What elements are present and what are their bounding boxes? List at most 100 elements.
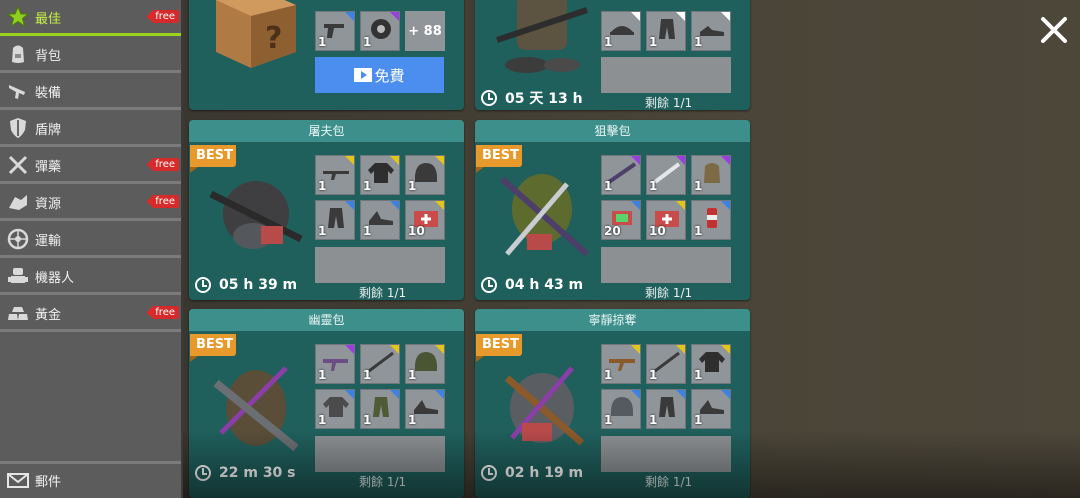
item-slot[interactable]: 1 xyxy=(601,11,641,51)
timer-text: 04 h 43 m xyxy=(505,277,584,293)
item-slot[interactable]: 1 xyxy=(646,344,686,384)
rarity-marker xyxy=(345,345,354,354)
pack-card-top-left[interactable]: ? 1 1 + 88 xyxy=(189,0,464,110)
item-slot[interactable]: 1 xyxy=(691,200,731,240)
pack-card-ghost[interactable]: 幽靈包 BEST 1 1 1 1 1 1 22 m 30 s 剩餘 1/1 xyxy=(189,309,464,498)
rarity-marker xyxy=(721,390,730,399)
item-slot[interactable]: 10 xyxy=(405,200,445,240)
sidebar-item-best[interactable]: 最佳 free xyxy=(0,1,181,36)
star-icon xyxy=(7,6,29,28)
item-qty: 1 xyxy=(604,35,613,49)
item-slot[interactable]: 1 xyxy=(315,200,355,240)
remaining-count: 剩餘 1/1 xyxy=(359,475,407,489)
item-qty: 1 xyxy=(318,179,327,193)
sidebar-item-gold[interactable]: 黃金 free xyxy=(0,297,181,332)
free-watch-video-button[interactable]: 免費 xyxy=(315,57,444,93)
gun-icon xyxy=(7,80,29,102)
pack-card-silent-loot[interactable]: 寧靜掠奪 BEST 1 1 1 1 1 1 02 h 19 m 剩餘 1/1 xyxy=(475,309,750,498)
pack-card-top-right[interactable]: 1 1 1 05 天 13 h 剩餘 1/1 xyxy=(475,0,750,110)
free-button-label: 免費 xyxy=(374,66,405,85)
item-slot[interactable]: 1 xyxy=(405,389,445,429)
item-slot[interactable]: 1 xyxy=(646,11,686,51)
item-qty: 1 xyxy=(408,368,417,382)
item-slot[interactable]: 1 xyxy=(360,344,400,384)
item-qty: 1 xyxy=(318,224,327,238)
sidebar-item-robot[interactable]: 機器人 xyxy=(0,260,181,295)
clock-icon xyxy=(195,277,211,293)
close-icon xyxy=(1041,17,1067,43)
rarity-marker xyxy=(390,12,399,21)
item-slot[interactable]: 1 xyxy=(315,155,355,195)
item-slot[interactable]: 1 xyxy=(691,344,731,384)
pack-title: 寧靜掠奪 xyxy=(475,309,750,331)
sidebar-item-shield[interactable]: 盾牌 xyxy=(0,112,181,147)
pack-title: 狙擊包 xyxy=(475,120,750,142)
rarity-marker xyxy=(631,390,640,399)
sidebar-item-resources[interactable]: 資源 free xyxy=(0,186,181,221)
clock-icon xyxy=(481,277,497,293)
rarity-marker xyxy=(435,201,444,210)
sidebar-item-backpack[interactable]: 背包 xyxy=(0,38,181,73)
rarity-marker xyxy=(631,201,640,210)
rarity-marker xyxy=(345,156,354,165)
item-qty: 1 xyxy=(318,35,327,49)
video-icon xyxy=(354,68,373,82)
rarity-marker xyxy=(676,345,685,354)
item-slot[interactable]: 1 xyxy=(601,344,641,384)
free-badge: free xyxy=(146,306,179,319)
pack-timer: 02 h 19 m xyxy=(481,465,583,481)
sidebar: 最佳 free 背包 裝備 盾牌 彈藥 free 資源 free 運輸 機器人 … xyxy=(0,0,183,498)
empty-price-bar xyxy=(601,436,731,472)
rarity-marker xyxy=(435,345,444,354)
item-qty: 1 xyxy=(318,368,327,382)
empty-price-bar xyxy=(601,247,731,283)
item-qty: 1 xyxy=(604,179,613,193)
sidebar-item-ammo[interactable]: 彈藥 free xyxy=(0,149,181,184)
rarity-marker xyxy=(631,12,640,21)
sidebar-item-label: 運輸 xyxy=(35,233,62,249)
timer-text: 02 h 19 m xyxy=(505,465,584,481)
free-badge: free xyxy=(146,195,179,208)
free-badge: free xyxy=(146,10,179,23)
item-slot[interactable]: 1 xyxy=(601,155,641,195)
item-slot[interactable]: 1 xyxy=(405,155,445,195)
item-slot[interactable]: 1 xyxy=(691,389,731,429)
item-slot[interactable]: 1 xyxy=(691,155,731,195)
item-qty: 1 xyxy=(363,368,372,382)
item-slot[interactable]: 1 xyxy=(691,11,731,51)
pack-art xyxy=(487,0,597,80)
timer-text: 05 天 13 h xyxy=(505,91,583,107)
item-slot[interactable]: 1 xyxy=(360,11,400,51)
pack-card-butcher[interactable]: 屠夫包 BEST 1 1 1 1 1 10 05 h 39 m 剩餘 1/1 xyxy=(189,120,464,300)
sidebar-item-gear[interactable]: 裝備 xyxy=(0,75,181,110)
free-badge: free xyxy=(146,158,179,171)
pack-timer: 22 m 30 s xyxy=(195,465,296,481)
pack-timer: 05 天 13 h xyxy=(481,88,583,108)
item-slot[interactable]: 1 xyxy=(315,389,355,429)
pack-timer: 04 h 43 m xyxy=(481,277,583,293)
sidebar-item-transport[interactable]: 運輸 xyxy=(0,223,181,258)
item-slot[interactable]: 1 xyxy=(646,155,686,195)
item-slot[interactable]: 1 xyxy=(315,11,355,51)
item-slot[interactable]: 1 xyxy=(405,344,445,384)
item-slot[interactable]: 1 xyxy=(360,389,400,429)
sidebar-item-mail[interactable]: 郵件 xyxy=(0,461,181,496)
item-qty: 1 xyxy=(363,224,372,238)
item-qty: 1 xyxy=(408,413,417,427)
rarity-marker xyxy=(631,156,640,165)
item-slot[interactable]: 1 xyxy=(646,389,686,429)
item-slot[interactable]: 1 xyxy=(315,344,355,384)
pack-title: 幽靈包 xyxy=(189,309,464,331)
remaining-count: 剩餘 1/1 xyxy=(645,475,693,489)
item-slot[interactable]: 1 xyxy=(601,389,641,429)
item-slot[interactable]: 20 xyxy=(601,200,641,240)
sidebar-item-label: 背包 xyxy=(35,48,62,64)
item-qty: 1 xyxy=(363,35,372,49)
item-slot[interactable]: 1 xyxy=(360,155,400,195)
close-button[interactable] xyxy=(1038,14,1070,46)
sidebar-item-label: 裝備 xyxy=(35,85,62,101)
item-slot[interactable]: 10 xyxy=(646,200,686,240)
pack-card-sniper[interactable]: 狙擊包 BEST 1 1 1 20 10 1 04 h 43 m 剩餘 1/1 xyxy=(475,120,750,300)
item-slot[interactable]: 1 xyxy=(360,200,400,240)
clock-icon xyxy=(195,465,211,481)
